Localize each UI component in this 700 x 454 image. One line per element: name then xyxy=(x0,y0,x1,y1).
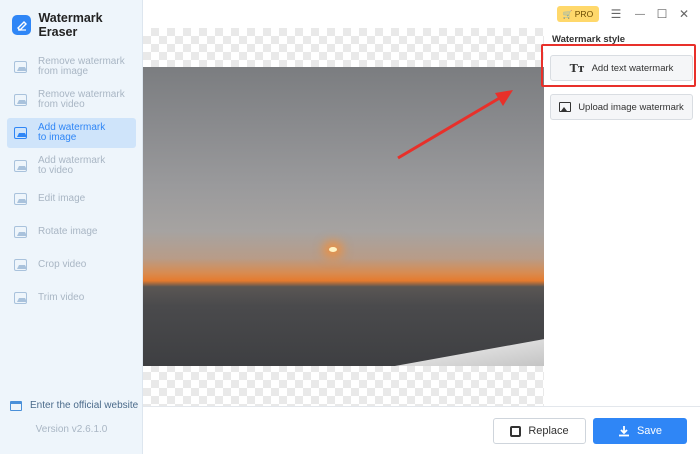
sidebar-item-label: Trim video xyxy=(38,292,85,303)
upload-image-watermark-label: Upload image watermark xyxy=(578,101,684,113)
official-website-link[interactable]: Enter the official website xyxy=(10,400,138,411)
download-icon xyxy=(618,426,629,437)
text-icon: Tт xyxy=(569,61,585,75)
sidebar-item-remove-watermark-image[interactable]: Remove watermark from image xyxy=(7,52,136,82)
sidebar-nav: Remove watermark from image Remove water… xyxy=(7,52,136,316)
crop-icon xyxy=(14,259,27,271)
save-label: Save xyxy=(636,425,663,437)
sidebar-item-crop-video[interactable]: Crop video xyxy=(7,250,136,280)
trim-icon xyxy=(14,292,27,304)
rotate-icon xyxy=(14,226,27,238)
annotation-arrow-icon xyxy=(397,90,513,160)
sidebar-item-add-watermark-image[interactable]: Add watermark to image xyxy=(7,118,136,148)
image-icon xyxy=(14,127,27,139)
pro-label: PRO xyxy=(574,9,594,19)
close-icon[interactable]: ✕ xyxy=(676,6,692,22)
video-icon xyxy=(14,94,27,106)
edit-image-icon xyxy=(14,193,27,205)
app-logo-icon xyxy=(12,15,32,35)
sidebar: Watermark Eraser Remove watermark from i… xyxy=(0,0,143,454)
sidebar-item-label: Add watermark to video xyxy=(38,155,106,176)
image-icon xyxy=(559,102,572,112)
sidebar-item-label: Add watermark to image xyxy=(38,122,106,143)
sun-in-photo xyxy=(329,247,337,252)
brand: Watermark Eraser xyxy=(12,11,142,39)
sidebar-item-edit-image[interactable]: Edit image xyxy=(7,184,136,214)
sidebar-item-label: Rotate image xyxy=(38,226,98,237)
video-icon xyxy=(14,160,27,172)
minimize-icon[interactable]: — xyxy=(632,6,648,22)
sidebar-item-label: Edit image xyxy=(38,193,86,204)
sidebar-item-label: Remove watermark from image xyxy=(38,56,125,77)
sidebar-item-label: Crop video xyxy=(38,259,87,270)
add-text-watermark-button[interactable]: Tт Add text watermark xyxy=(550,55,693,81)
image-canvas[interactable] xyxy=(143,28,544,406)
airplane-wing-in-photo xyxy=(288,332,544,366)
menu-icon[interactable]: ☰ xyxy=(608,6,624,22)
sidebar-item-trim-video[interactable]: Trim video xyxy=(7,283,136,313)
sidebar-item-label: Remove watermark from video xyxy=(38,89,125,110)
browser-icon xyxy=(10,400,22,411)
pro-button[interactable]: 🛒 PRO xyxy=(557,6,599,22)
add-text-watermark-label: Add text watermark xyxy=(591,62,674,74)
app-title: Watermark Eraser xyxy=(38,11,103,39)
save-button[interactable]: Save xyxy=(593,418,687,444)
sidebar-item-add-watermark-video[interactable]: Add watermark to video xyxy=(7,151,136,181)
replace-button[interactable]: Replace xyxy=(493,418,586,444)
sidebar-item-rotate-image[interactable]: Rotate image xyxy=(7,217,136,247)
official-website-label: Enter the official website xyxy=(30,400,139,411)
cart-icon: 🛒 xyxy=(562,9,573,19)
sidebar-item-remove-watermark-video[interactable]: Remove watermark from video xyxy=(7,85,136,115)
version-label: Version v2.6.1.0 xyxy=(35,424,108,435)
replace-label: Replace xyxy=(528,425,569,437)
maximize-icon[interactable]: ☐ xyxy=(654,6,670,22)
image-icon xyxy=(14,61,27,73)
replace-icon xyxy=(510,425,522,437)
upload-image-watermark-button[interactable]: Upload image watermark xyxy=(550,94,693,120)
